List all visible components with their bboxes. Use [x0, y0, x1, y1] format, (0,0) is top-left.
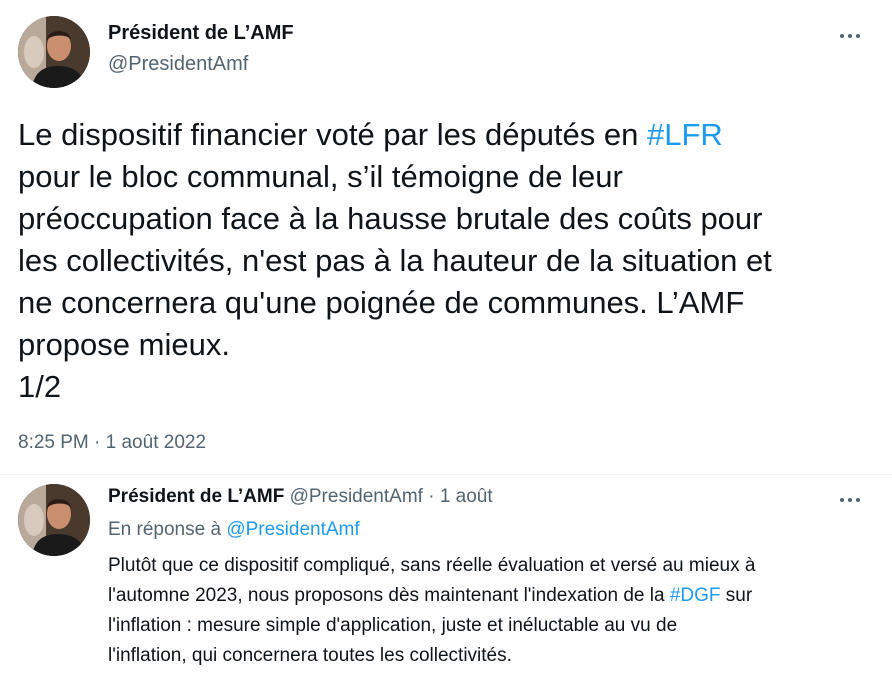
text-line: l'inflation, qui concernera toutes les c… — [108, 641, 883, 671]
reply-author-handle[interactable]: @PresidentAmf — [290, 486, 423, 507]
replying-to: En réponse à @PresidentAmf — [108, 519, 360, 541]
text-line: l'inflation : mesure simple d'applicatio… — [108, 611, 883, 641]
dot — [840, 34, 844, 38]
text-segment: 1/2 — [18, 369, 62, 404]
text-line: ne concernera qu'une poignée de communes… — [18, 282, 878, 324]
text-line: pour le bloc communal, s’il témoigne de … — [18, 156, 878, 198]
dot — [840, 498, 844, 502]
more-options-icon[interactable] — [836, 490, 864, 510]
reply-to-label: En réponse à — [108, 519, 227, 540]
text-segment: Le dispositif financier voté par les dép… — [18, 117, 647, 152]
reply-author-name[interactable]: Président de L’AMF — [108, 486, 284, 507]
dot — [848, 498, 852, 502]
text-segment: sur — [720, 585, 753, 606]
separator-dot: · — [428, 486, 435, 507]
reply-author-avatar[interactable] — [18, 484, 90, 556]
reply-header: Président de L’AMF @PresidentAmf · 1 aoû… — [108, 486, 493, 508]
author-handle[interactable]: @PresidentAmf — [108, 53, 248, 76]
dot — [848, 34, 852, 38]
hashtag-link[interactable]: #DGF — [670, 585, 721, 606]
text-segment: propose mieux. — [18, 327, 230, 362]
more-options-icon[interactable] — [836, 26, 864, 46]
hashtag-link[interactable]: #LFR — [647, 117, 723, 152]
text-line: Plutôt que ce dispositif compliqué, sans… — [108, 551, 883, 581]
text-line: préoccupation face à la hausse brutale d… — [18, 198, 878, 240]
text-segment: les collectivités, n'est pas à la hauteu… — [18, 243, 772, 278]
text-line: 1/2 — [18, 366, 878, 408]
text-line: propose mieux. — [18, 324, 878, 366]
author-avatar[interactable] — [18, 16, 90, 88]
reply-date[interactable]: 1 août — [440, 486, 493, 507]
dot — [856, 498, 860, 502]
avatar-photo — [18, 484, 90, 556]
text-segment: Plutôt que ce dispositif compliqué, sans… — [108, 555, 756, 576]
text-segment: ne concernera qu'une poignée de communes… — [18, 285, 745, 320]
text-line: l'automne 2023, nous proposons dès maint… — [108, 581, 883, 611]
text-segment: préoccupation face à la hausse brutale d… — [18, 201, 763, 236]
text-segment: l'inflation, qui concernera toutes les c… — [108, 645, 512, 666]
tweet-text: Le dispositif financier voté par les dép… — [18, 114, 878, 408]
text-line: les collectivités, n'est pas à la hauteu… — [18, 240, 878, 282]
divider — [0, 474, 892, 475]
reply-text: Plutôt que ce dispositif compliqué, sans… — [108, 551, 883, 671]
avatar-photo — [18, 16, 90, 88]
dot — [856, 34, 860, 38]
reply-to-mention[interactable]: @PresidentAmf — [226, 519, 359, 540]
tweet-timestamp[interactable]: 8:25 PM · 1 août 2022 — [18, 432, 206, 454]
text-line: Le dispositif financier voté par les dép… — [18, 114, 878, 156]
text-segment: pour le bloc communal, s’il témoigne de … — [18, 159, 623, 194]
author-name[interactable]: Président de L’AMF — [108, 22, 294, 45]
text-segment: l'inflation : mesure simple d'applicatio… — [108, 615, 678, 636]
text-segment: l'automne 2023, nous proposons dès maint… — [108, 585, 670, 606]
